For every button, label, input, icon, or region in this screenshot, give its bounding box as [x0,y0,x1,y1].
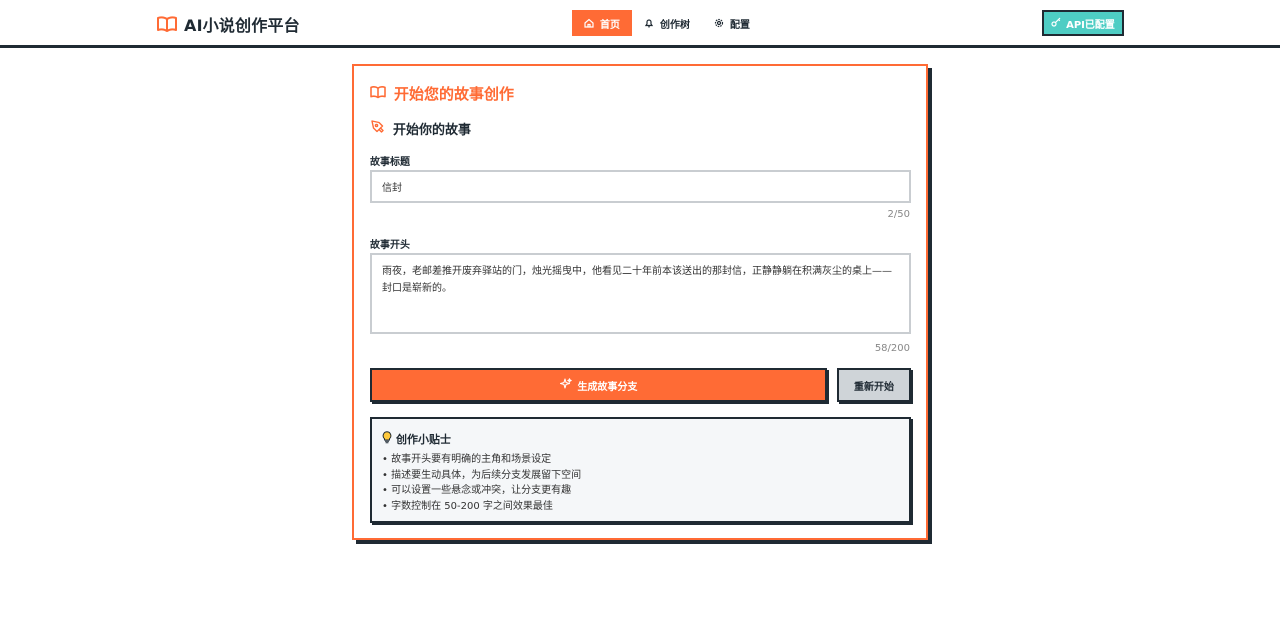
key-icon [1051,17,1061,30]
section-title-text: 开始你的故事 [393,123,472,138]
tip-item: 描述要生动具体，为后续分支发展留下空间 [382,468,899,484]
nav-settings-label: 配置 [730,19,750,31]
tips-title: 创作小贴士 [382,431,899,447]
story-creation-card: 开始您的故事创作 开始你的故事 故事标题 信封 2/50 故事开头 雨夜，老邮差… [352,64,928,540]
nav-home-label: 首页 [600,19,620,31]
story-title-input[interactable]: 信封 [370,170,911,203]
tip-item: 字数控制在 50-200 字之间效果最佳 [382,499,899,515]
generate-button-label: 生成故事分支 [577,381,638,393]
section-title: 开始你的故事 [370,119,471,138]
story-opening-label: 故事开头 [370,240,410,251]
gear-icon [714,18,724,28]
writing-tips: 创作小贴士 故事开头要有明确的主角和场景设定 描述要生动具体，为后续分支发展留下… [370,417,911,523]
story-title-label: 故事标题 [370,157,410,168]
nav-tree-label: 创作树 [660,19,690,31]
bell-icon [644,18,654,28]
restart-button[interactable]: 重新开始 [837,368,911,402]
tip-item: 故事开头要有明确的主角和场景设定 [382,452,899,468]
story-opening-counter: 58/200 [874,343,910,354]
top-navbar: AI小说创作平台 首页 创作树 配置 API已配置 [0,0,1280,48]
tips-title-text: 创作小贴士 [396,433,451,446]
lightbulb-icon [382,431,392,447]
generate-branches-button[interactable]: 生成故事分支 [370,368,827,402]
brand[interactable]: AI小说创作平台 [157,12,300,36]
home-icon [584,18,594,28]
brand-title: AI小说创作平台 [184,16,300,35]
pen-icon [370,119,385,138]
nav-tree[interactable]: 创作树 [632,10,702,36]
tip-item: 可以设置一些悬念或冲突，让分支更有趣 [382,483,899,499]
nav-settings[interactable]: 配置 [702,10,762,36]
tips-list: 故事开头要有明确的主角和场景设定 描述要生动具体，为后续分支发展留下空间 可以设… [382,452,899,514]
story-title-counter: 2/50 [887,209,910,220]
main-nav: 首页 创作树 配置 [572,10,762,36]
card-title: 开始您的故事创作 [370,83,514,104]
nav-home[interactable]: 首页 [572,10,632,36]
api-configured-button[interactable]: API已配置 [1042,10,1124,36]
api-button-label: API已配置 [1066,19,1115,31]
card-title-text: 开始您的故事创作 [394,85,515,103]
open-book-icon [370,84,386,103]
book-icon [157,15,177,33]
story-opening-textarea[interactable]: 雨夜，老邮差推开废弃驿站的门，烛光摇曳中，他看见二十年前本该送出的那封信，正静静… [370,253,911,334]
sparkles-icon [559,377,572,393]
